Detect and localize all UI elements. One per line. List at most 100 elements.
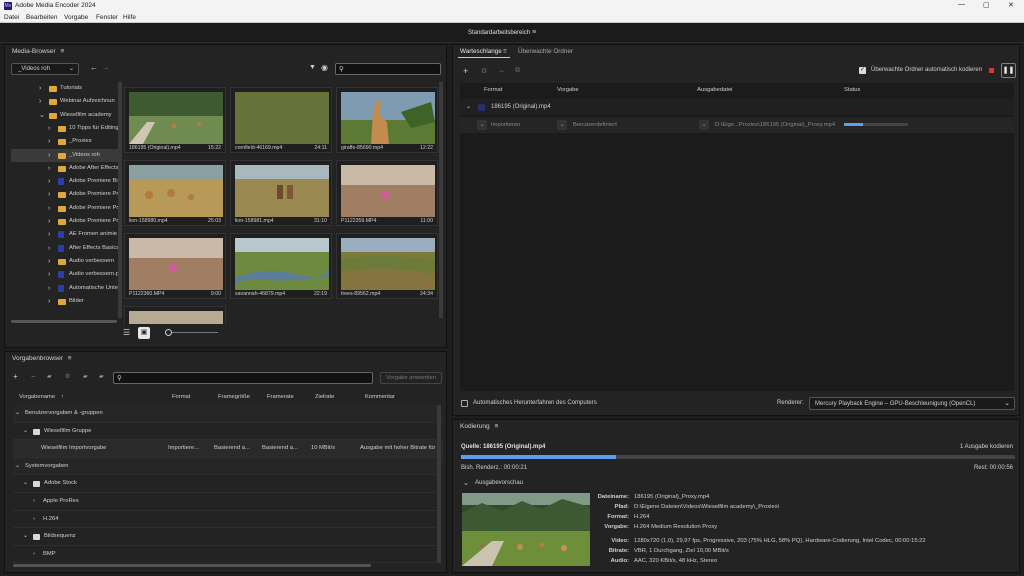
chevron-right-icon[interactable]: › <box>33 546 35 563</box>
add-preset-icon[interactable]: + <box>13 372 18 381</box>
chevron-right-icon[interactable]: › <box>48 255 50 268</box>
chevron-right-icon[interactable]: › <box>48 242 50 255</box>
clip-thumbnail[interactable]: giraffe-85690.mp4 12:22 <box>336 87 438 153</box>
auto-encode-checkbox[interactable]: ✓ <box>859 67 866 74</box>
clip-thumbnail[interactable]: cornfield-46169.mp4 24:11 <box>230 87 332 153</box>
col-presetname[interactable]: Vorgabename <box>19 390 55 404</box>
chevron-down-icon[interactable]: ⌄ <box>15 458 20 476</box>
preset-group-row[interactable]: ⌄ Bildsequenz <box>13 528 443 546</box>
clip-thumbnail[interactable]: lion-158980.mp4 25:03 <box>124 160 226 226</box>
clip-thumbnail[interactable]: 186195 (Original).mp4 15:22 <box>124 87 226 153</box>
menu-hilfe[interactable]: Hilfe <box>123 14 136 21</box>
menu-fenster[interactable]: Fenster <box>96 14 118 21</box>
tree-item[interactable]: › _Proxies <box>11 135 122 148</box>
preset-row[interactable]: › BMP <box>13 545 443 563</box>
tree-item[interactable]: › _Videos roh <box>11 148 122 162</box>
tree-item[interactable]: › Bilder <box>11 295 122 308</box>
duplicate-icon[interactable]: ⧉ <box>515 67 520 75</box>
chevron-right-icon[interactable]: › <box>48 149 50 162</box>
chevron-right-icon[interactable]: › <box>48 282 50 295</box>
chevron-right-icon[interactable]: › <box>48 228 50 241</box>
format-dropdown-icon[interactable]: ⌄ <box>477 120 487 130</box>
clip-thumbnail[interactable]: P1122360.MP4 9:00 <box>124 233 226 299</box>
chevron-right-icon[interactable]: › <box>48 202 50 215</box>
tree-item[interactable]: › Audio verbessern <box>11 255 122 268</box>
tree-item[interactable]: › Automatische Unte <box>11 282 122 295</box>
tab-watch-folders[interactable]: Überwachte Ordner <box>518 45 573 59</box>
tree-item[interactable]: › After Effects Basics <box>11 242 122 255</box>
preset-settings-icon[interactable]: ⚙ <box>481 67 487 75</box>
filter-icon[interactable]: ▼ <box>309 64 316 71</box>
media-search-input[interactable]: ⚲ <box>335 63 441 75</box>
preset-hscrollbar[interactable] <box>13 564 371 567</box>
import-preset-icon[interactable]: ▰ <box>83 373 88 380</box>
tree-item[interactable]: › Adobe Premiere Bi <box>11 175 122 188</box>
chevron-right-icon[interactable]: › <box>48 268 50 281</box>
preset-category-row[interactable]: ⌄ Benutzervorgaben & -gruppen <box>13 405 443 423</box>
preset-group-row[interactable]: ⌄ Wieselfilm Gruppe <box>13 422 443 441</box>
eye-icon[interactable]: ◉ <box>321 63 328 72</box>
preset-search-input[interactable]: ⚲ <box>113 372 373 384</box>
chevron-down-icon[interactable]: ⌄ <box>23 423 28 441</box>
preset-group-row[interactable]: ⌄ Adobe Stock <box>13 475 443 493</box>
clip-thumbnail[interactable]: savannah-46879.mp4 22:19 <box>230 233 332 299</box>
list-view-icon[interactable]: ☰ <box>123 328 130 337</box>
minimize-button[interactable]: — <box>958 1 965 8</box>
workspace-menu-icon[interactable]: ≡ <box>532 29 536 36</box>
chevron-right-icon[interactable]: › <box>39 82 41 95</box>
tree-item[interactable]: › Tutorials <box>11 82 122 95</box>
col-targetrate[interactable]: Zielrate <box>315 390 334 404</box>
menu-datei[interactable]: Datei <box>4 14 19 21</box>
tree-item[interactable]: › Adobe After Effects <box>11 162 122 175</box>
preset-row[interactable]: › Apple ProRes <box>13 493 443 511</box>
clip-thumbnail[interactable]: trees-89562.mp4 24:34 <box>336 233 438 299</box>
chevron-right-icon[interactable]: › <box>33 493 35 511</box>
maximize-button[interactable]: ▢ <box>983 1 990 9</box>
chevron-down-icon[interactable]: ⌄ <box>23 475 28 493</box>
chevron-right-icon[interactable]: › <box>48 122 50 135</box>
tree-item[interactable]: › AE Fromen animie <box>11 228 122 241</box>
zoom-slider-handle[interactable] <box>165 329 172 336</box>
chevron-down-icon[interactable]: ⌄ <box>39 109 45 122</box>
renderer-dropdown[interactable]: Mercury Playback Engine – GPU-Beschleuni… <box>809 397 1015 410</box>
tree-item[interactable]: › Adobe Premiere Pr <box>11 188 122 201</box>
menu-bearbeiten[interactable]: Bearbeiten <box>26 14 57 21</box>
preset-settings-icon[interactable]: ⚙ <box>65 373 70 380</box>
shutdown-checkbox[interactable] <box>461 400 468 407</box>
preset-category-row[interactable]: ⌄ Systemvorgaben <box>13 457 443 476</box>
panel-menu-icon[interactable]: ≡ <box>61 48 65 55</box>
output-preset[interactable]: Benutzerdefiniert <box>573 117 617 133</box>
menu-vorgabe[interactable]: Vorgabe <box>64 14 88 21</box>
preset-dropdown-icon[interactable]: ⌄ <box>557 120 567 130</box>
apply-preset-button[interactable]: Vorgabe anwenden <box>380 372 442 384</box>
chevron-right-icon[interactable]: › <box>39 95 41 108</box>
tree-item[interactable]: › Audio verbessern.p <box>11 268 122 281</box>
tree-hscrollbar[interactable] <box>11 320 117 323</box>
output-file[interactable]: D:\Eige...Proxies\186195 (Original)_Prox… <box>715 117 835 133</box>
chevron-down-icon[interactable]: ⌄ <box>23 528 28 546</box>
panel-menu-icon[interactable]: ≡ <box>68 355 72 362</box>
chevron-right-icon[interactable]: › <box>48 215 50 228</box>
workspace-label[interactable]: Standardarbeitsbereich <box>468 30 530 36</box>
chevron-down-icon[interactable]: ⌄ <box>15 405 20 423</box>
chevron-right-icon[interactable]: › <box>48 295 50 308</box>
stop-icon[interactable] <box>989 68 994 73</box>
preset-vscrollbar[interactable] <box>437 405 441 563</box>
tree-item[interactable]: › Adobe Premiere Pr <box>11 202 122 215</box>
preset-row[interactable]: Wieselfilm Importvorgabe Importiere... Bas… <box>13 440 443 458</box>
clip-thumbnail-partial[interactable] <box>124 306 226 324</box>
zoom-slider[interactable] <box>165 332 218 333</box>
col-framesize[interactable]: Framegröße <box>218 390 250 404</box>
export-preset-icon[interactable]: ▰ <box>99 373 104 380</box>
location-dropdown[interactable]: _Videos roh ⌄ <box>11 63 79 75</box>
chevron-right-icon[interactable]: › <box>48 188 50 201</box>
preset-row[interactable]: › H.264 <box>13 510 443 529</box>
tree-item[interactable]: › 10 Tipps für Editing <box>11 122 122 135</box>
tree-item[interactable]: › Adobe Premiere Pr <box>11 215 122 228</box>
chevron-right-icon[interactable]: › <box>48 175 50 188</box>
close-button[interactable]: ✕ <box>1008 1 1014 9</box>
col-comment[interactable]: Kommentar <box>365 390 395 404</box>
col-framerate[interactable]: Framerate <box>267 390 294 404</box>
pause-button[interactable]: ❚❚ <box>1001 63 1016 78</box>
forward-arrow-icon[interactable]: → <box>102 63 110 72</box>
